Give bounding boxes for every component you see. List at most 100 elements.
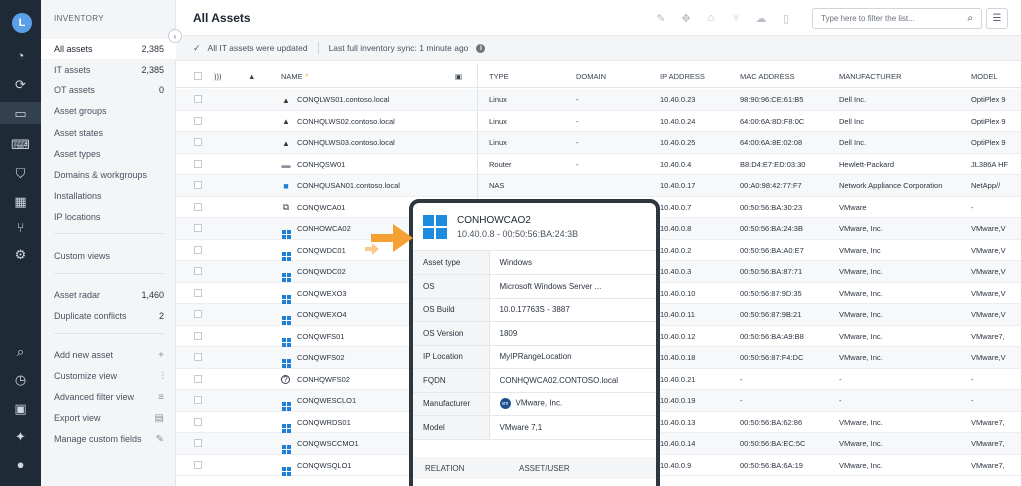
sidebar-item-it-assets[interactable]: IT assets 2,385 <box>41 60 176 80</box>
inventory-icon[interactable]: ▭ <box>0 102 41 124</box>
row-checkbox[interactable] <box>194 310 202 318</box>
sidebar-item-all-assets[interactable]: All assets 2,385 <box>41 39 176 59</box>
cell-name[interactable]: CONQWSCCMO1 <box>297 439 359 448</box>
add-new-asset-button[interactable]: Add new asset + <box>41 345 176 365</box>
row-checkbox[interactable] <box>194 374 202 383</box>
table-row[interactable]: ▲ CONHQLWS03.contoso.local Linux - 10.40.0.2… <box>176 132 1021 154</box>
cell-name[interactable]: CONQWSQLO1 <box>297 461 352 470</box>
row-checkbox[interactable] <box>194 181 202 189</box>
cell-name[interactable]: CONQWFS01 <box>297 332 345 341</box>
column-options-icon[interactable]: ▣ <box>455 72 462 81</box>
row-checkbox[interactable] <box>194 267 202 275</box>
cell-name[interactable]: CONQWDC02 <box>297 267 346 276</box>
avatar[interactable]: L <box>12 13 32 33</box>
shield-icon[interactable]: ⛉ <box>0 162 41 184</box>
export-view-button[interactable]: Export view ▤ <box>41 408 176 428</box>
row-checkbox[interactable] <box>194 353 202 361</box>
row-checkbox[interactable] <box>194 396 202 404</box>
cell-name[interactable]: CONQWFS02 <box>297 353 345 362</box>
popover-asset-name[interactable]: CONHOWCAO2 <box>457 215 578 226</box>
row-checkbox[interactable] <box>194 331 202 340</box>
cell-name[interactable]: CONHQLWS03.contoso.local <box>297 138 395 147</box>
row-checkbox[interactable] <box>194 95 202 103</box>
cell-name[interactable]: CONHQSW01 <box>297 160 345 169</box>
refresh-icon[interactable]: ⟳ <box>0 73 41 95</box>
sidebar-item-asset-groups[interactable]: Asset groups <box>41 101 176 121</box>
detail-value: MyIPRangeLocation <box>489 345 656 369</box>
cell-name[interactable]: CONQWRDS01 <box>297 418 351 427</box>
table-row[interactable]: ▬ CONHQSW01 Router - 10.40.0.4 B8:D4:E7:ED:03… <box>176 154 1021 175</box>
sidebar-item-ip-locations[interactable]: IP locations <box>41 207 176 227</box>
upload-icon[interactable]: ☁ <box>753 10 769 26</box>
trash-icon[interactable]: ▯ <box>778 10 794 26</box>
detail-key: FQDN <box>413 368 490 393</box>
sidebar-item-duplicate-conflicts[interactable]: Duplicate conflicts 2 <box>41 306 176 326</box>
table-row[interactable]: ■ CONHQUSAN01.contoso.local NAS 10.40.0.17 0… <box>176 175 1021 197</box>
row-checkbox[interactable] <box>194 417 202 426</box>
sidebar-item-domains-workgroups[interactable]: Domains & workgroups <box>41 165 176 185</box>
tag-icon[interactable]: ⌂ <box>703 10 719 26</box>
search-icon[interactable]: ⌕ <box>0 340 41 362</box>
customize-view-button[interactable]: Customize view ⫶ <box>41 366 176 386</box>
column-ip-address[interactable]: IP ADDRESS <box>660 72 705 81</box>
sidebar-item-ot-assets[interactable]: OT assets 0 <box>41 80 176 100</box>
filter-input[interactable]: Type here to filter the list... ⌕ <box>812 8 982 29</box>
sidebar-item-asset-radar[interactable]: Asset radar 1,460 <box>41 285 176 305</box>
collapse-sidebar-button[interactable]: ‹ <box>168 29 182 43</box>
row-checkbox[interactable] <box>194 245 202 254</box>
advanced-filter-view-button[interactable]: Advanced filter view ≡ <box>41 387 176 407</box>
code-icon[interactable]: ⌨ <box>0 133 41 155</box>
row-checkbox[interactable] <box>194 460 202 469</box>
cell-name[interactable]: CONHQLWS02.contoso.local <box>297 117 395 126</box>
hierarchy-icon[interactable]: ⑂ <box>728 10 744 26</box>
info-icon[interactable]: i <box>476 43 486 53</box>
column-name[interactable]: NAME ^ <box>281 72 308 81</box>
column-manufacturer[interactable]: MANUFACTURER <box>839 72 902 81</box>
scan-icon[interactable]: ✥ <box>678 10 694 26</box>
clipboard-icon[interactable]: ▣ <box>0 397 41 419</box>
cell-name[interactable]: CONQWESCLO1 <box>297 396 356 405</box>
cell-name[interactable]: CONQLWS01.contoso.local <box>297 95 389 104</box>
filter-menu-button[interactable]: ☰ <box>986 8 1008 29</box>
cell-name[interactable]: CONQWCA01 <box>297 203 345 212</box>
row-checkbox[interactable] <box>194 202 202 211</box>
column-domain[interactable]: DOMAIN <box>576 72 606 81</box>
manage-custom-fields-button[interactable]: Manage custom fields ✎ <box>41 429 176 449</box>
asset-detail-popover[interactable]: CONHOWCAO2 10.40.0.8 - 00:50:56:BA:24:3B… <box>409 199 660 486</box>
row-checkbox[interactable] <box>194 116 202 125</box>
table-row[interactable]: ▲ CONHQLWS02.contoso.local Linux - 10.40.0.2… <box>176 111 1021 132</box>
sidebar-item-installations[interactable]: Installations <box>41 186 176 206</box>
history-icon[interactable]: ◷ <box>0 368 41 390</box>
dashboard-icon[interactable]: ◔ <box>0 44 41 66</box>
workflow-icon[interactable]: ⑂ <box>0 216 41 238</box>
sidebar-item-asset-types[interactable]: Asset types <box>41 144 176 164</box>
bell-icon[interactable]: ● <box>0 453 41 475</box>
row-checkbox[interactable] <box>194 439 202 447</box>
cell-name[interactable]: CONQWDC01 <box>297 246 346 255</box>
row-checkbox[interactable] <box>194 288 202 297</box>
sidebar-divider <box>54 233 164 234</box>
select-all-checkbox[interactable] <box>194 72 202 80</box>
sidebar-item-custom-views[interactable]: Custom views <box>41 246 176 266</box>
signal-icon[interactable]: ))) <box>214 72 222 81</box>
row-checkbox[interactable] <box>194 224 202 232</box>
row-checkbox[interactable] <box>194 138 202 146</box>
megaphone-icon[interactable]: ✦ <box>0 425 41 447</box>
cell-name[interactable]: CONHQUSAN01.contoso.local <box>297 181 400 190</box>
edit-icon[interactable]: ✎ <box>653 10 669 26</box>
cell-name[interactable]: CONHOWCA02 <box>297 224 351 233</box>
cell-name[interactable]: CONQWEXO4 <box>297 310 347 319</box>
cell-name[interactable]: CONQWEXO3 <box>297 289 347 298</box>
table-row[interactable]: ▲ CONQLWS01.contoso.local Linux - 10.40.0.23… <box>176 89 1021 111</box>
cell-ip: 10.40.0.8 <box>660 224 692 233</box>
cell-name[interactable]: CONHQWFS02 <box>297 375 350 384</box>
warning-icon[interactable]: ▲ <box>248 72 255 81</box>
column-mac-address[interactable]: MAC ADDRESS <box>740 72 795 81</box>
column-type[interactable]: TYPE <box>489 72 509 81</box>
row-checkbox[interactable] <box>194 159 202 168</box>
sidebar-item-asset-states[interactable]: Asset states <box>41 123 176 143</box>
cell-mac: 00:50:56:BA:A9:B8 <box>740 331 804 341</box>
column-model[interactable]: MODEL <box>971 72 998 81</box>
reports-icon[interactable]: ▦ <box>0 190 41 212</box>
gear-icon[interactable]: ⚙ <box>0 243 41 265</box>
